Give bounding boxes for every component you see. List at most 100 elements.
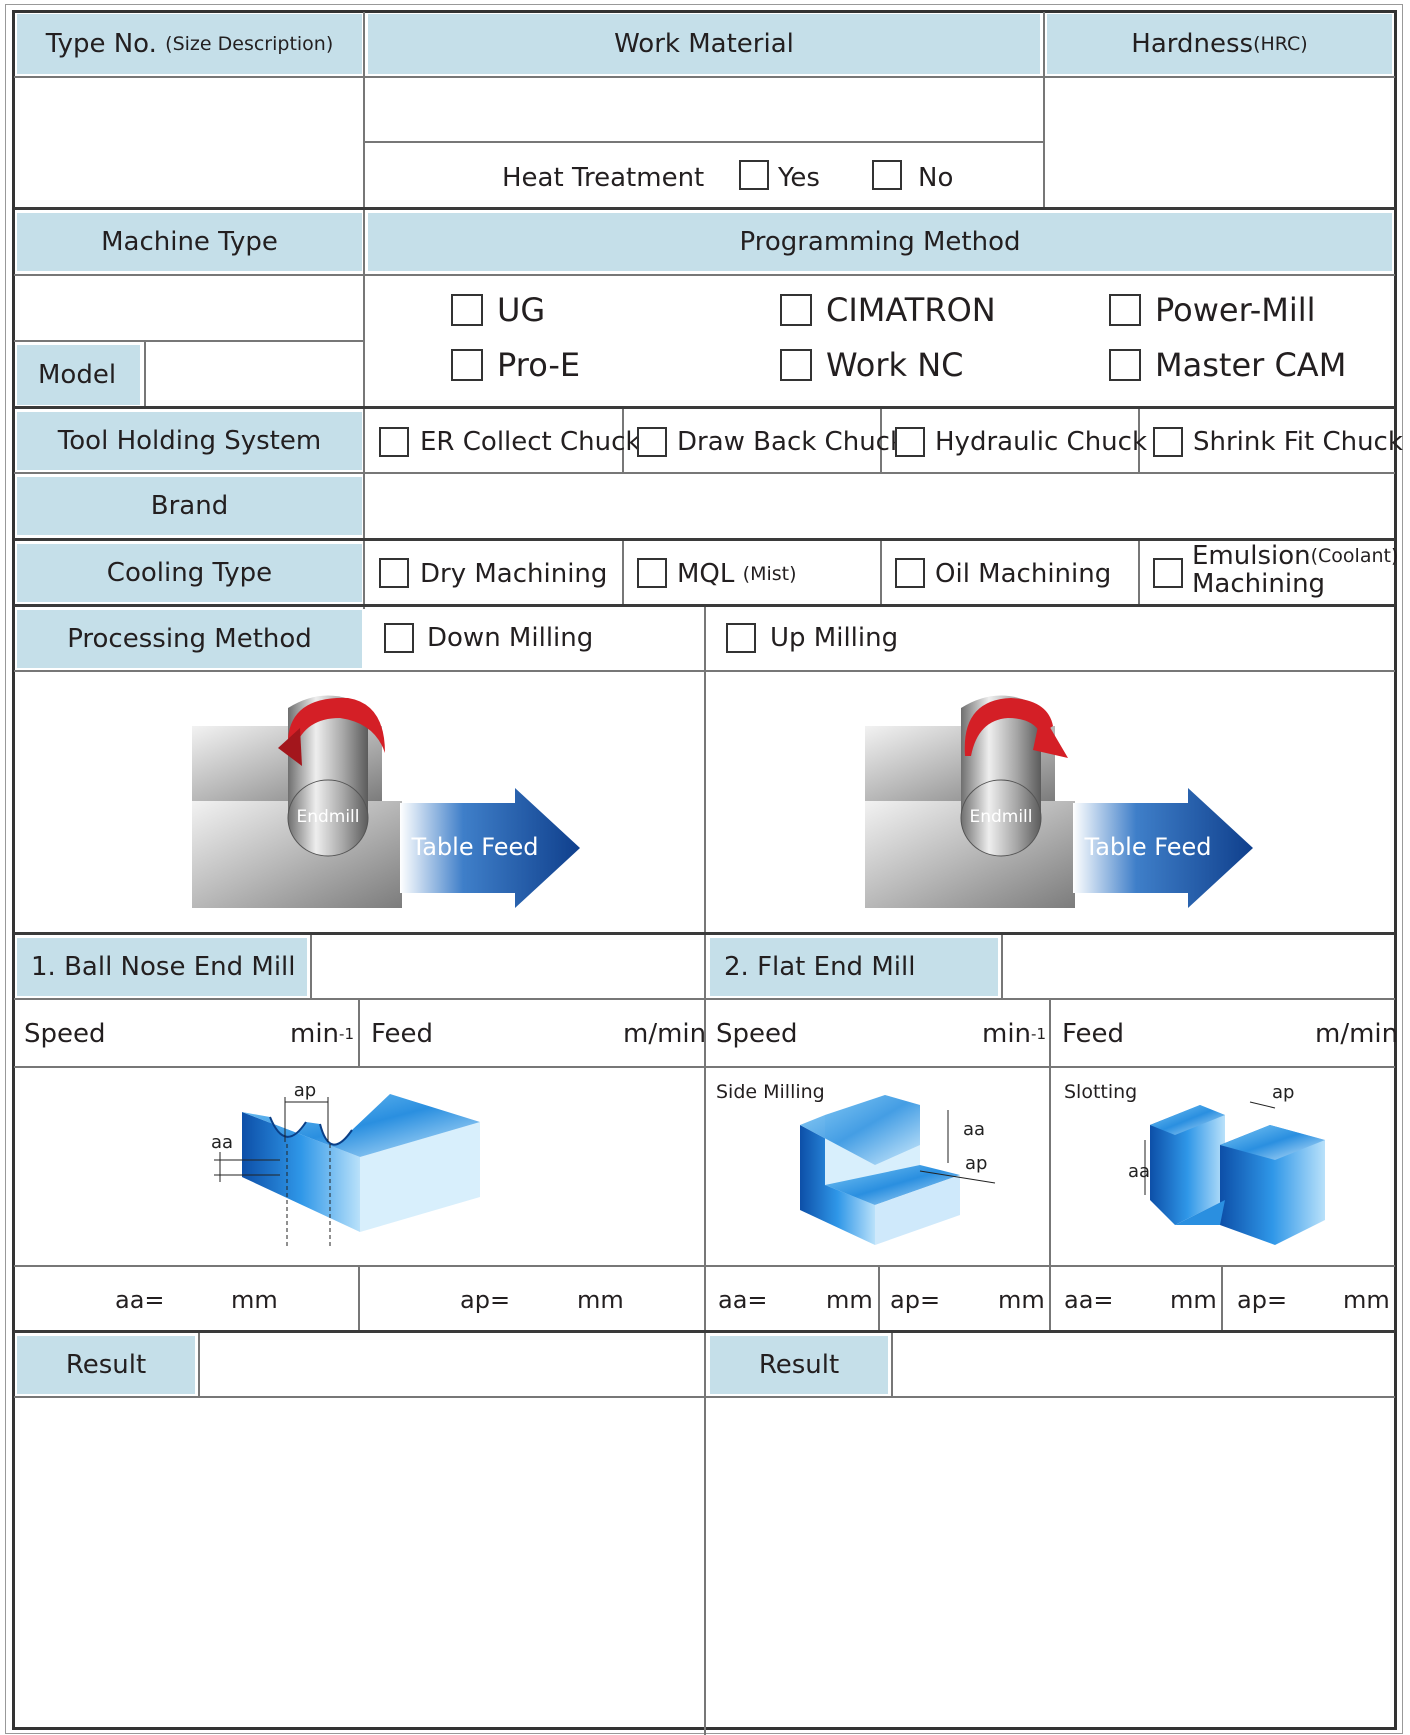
divider [14,998,1395,1000]
divider [14,1330,1395,1333]
slot-ap-label: ap= [1237,1286,1288,1314]
divider [14,406,1395,409]
up-milling-label: Up Milling [770,623,899,653]
er-collect-chuck-checkbox[interactable] [379,427,409,457]
heat-treatment-no-label: No [918,163,954,193]
divider [365,141,1043,143]
work-material-field[interactable] [366,78,1042,140]
down-milling-checkbox[interactable] [384,623,414,653]
hydraulic-chuck-checkbox[interactable] [895,427,925,457]
side-aa-label: aa= [718,1286,768,1314]
work-material-label: Work Material [368,14,1040,74]
slot-aa-label: aa= [1064,1286,1114,1314]
cooling-type-label: Cooling Type [17,544,362,602]
divider [358,1267,360,1331]
hardness-field[interactable] [1046,78,1394,206]
slot-ap-unit: mm [1343,1286,1390,1314]
divider [14,340,364,342]
ball-aa-label: aa= [115,1286,165,1314]
flat-end-mill-label: 2. Flat End Mill [710,938,998,996]
machine-type-field[interactable] [16,276,362,339]
divider [704,607,706,933]
pro-e-checkbox[interactable] [451,349,483,381]
work-nc-checkbox[interactable] [780,349,812,381]
divider [1221,1267,1223,1331]
ball-aa-unit: mm [231,1286,278,1314]
endmill-label: Endmill [296,807,359,827]
model-field[interactable] [147,343,362,406]
pro-e-label: Pro-E [497,346,581,384]
divider [878,1267,880,1331]
divider [14,1396,1395,1398]
emulsion-machining-checkbox[interactable] [1153,558,1183,588]
divider [358,1000,360,1066]
divider [363,210,365,408]
divider [1001,935,1003,999]
ball-ap-label: ap= [460,1286,511,1314]
oil-machining-checkbox[interactable] [895,558,925,588]
table-feed-label: Table Feed [1084,833,1212,861]
flat-feed-unit: m/min [1315,1019,1399,1049]
heat-treatment-label: Heat Treatment [502,163,705,193]
master-cam-checkbox[interactable] [1109,349,1141,381]
hardness-label: Hardness (HRC) [1047,14,1392,74]
divider [1138,541,1140,605]
divider [14,1265,1395,1267]
divider [891,1333,893,1397]
processing-method-label: Processing Method [17,610,362,668]
flat-speed-label: Speed [716,1019,798,1049]
ap-label: ap [294,1080,316,1101]
down-milling-label: Down Milling [427,623,594,653]
slotting-diagram: aa ap [1128,1082,1325,1245]
divider [144,342,146,406]
heat-treatment-no-checkbox[interactable] [872,160,902,190]
ball-feed-unit: m/min [623,1019,707,1049]
side-ap-label: ap= [890,1286,941,1314]
ball-speed-unit: min -1 [290,1019,354,1049]
divider [1049,1000,1051,1066]
endmill-label: Endmill [969,807,1032,827]
divider [363,12,365,208]
divider [1049,1068,1051,1266]
brand-field[interactable] [366,474,1394,538]
cimatron-checkbox[interactable] [780,294,812,326]
ug-checkbox[interactable] [451,294,483,326]
flat-speed-unit: min -1 [982,1019,1046,1049]
power-mill-checkbox[interactable] [1109,294,1141,326]
draw-back-chuck-label: Draw Back Chuck [677,427,906,457]
work-nc-label: Work NC [826,346,964,384]
master-cam-label: Master CAM [1155,346,1347,384]
ball-nose-field[interactable] [313,936,703,998]
ap-label: ap [1272,1082,1294,1103]
ball-speed-label: Speed [24,1019,106,1049]
result-notes-left[interactable] [16,1399,703,1715]
type-no-field[interactable] [16,78,362,206]
up-milling-illustration: Endmill Table Feed [865,695,1253,908]
divider [198,1333,200,1397]
result-label-left: Result [17,1336,195,1394]
dry-machining-checkbox[interactable] [379,558,409,588]
slot-aa-unit: mm [1170,1286,1217,1314]
result-field-right[interactable] [894,1334,1394,1396]
side-aa-unit: mm [826,1286,873,1314]
shrink-fit-chuck-checkbox[interactable] [1153,427,1183,457]
result-notes-right[interactable] [707,1399,1394,1715]
er-collect-chuck-label: ER Collect Chuck [420,427,641,457]
type-no-label: Type No. (Size Description) [17,14,362,74]
divider [704,935,706,1735]
flat-end-field[interactable] [1004,936,1394,998]
divider [310,935,312,999]
ball-nose-end-mill-label: 1. Ball Nose End Mill [17,938,307,996]
divider [14,207,1395,210]
draw-back-chuck-checkbox[interactable] [637,427,667,457]
divider [1043,12,1045,208]
ug-label: UG [497,291,546,329]
mql-label: MQL (Mist) [677,559,797,589]
mql-checkbox[interactable] [637,558,667,588]
up-milling-checkbox[interactable] [726,623,756,653]
divider [14,670,1395,672]
shrink-fit-chuck-label: Shrink Fit Chuck [1193,427,1403,457]
cimatron-label: CIMATRON [826,291,996,329]
result-field-left[interactable] [201,1334,703,1396]
heat-treatment-yes-checkbox[interactable] [739,160,769,190]
